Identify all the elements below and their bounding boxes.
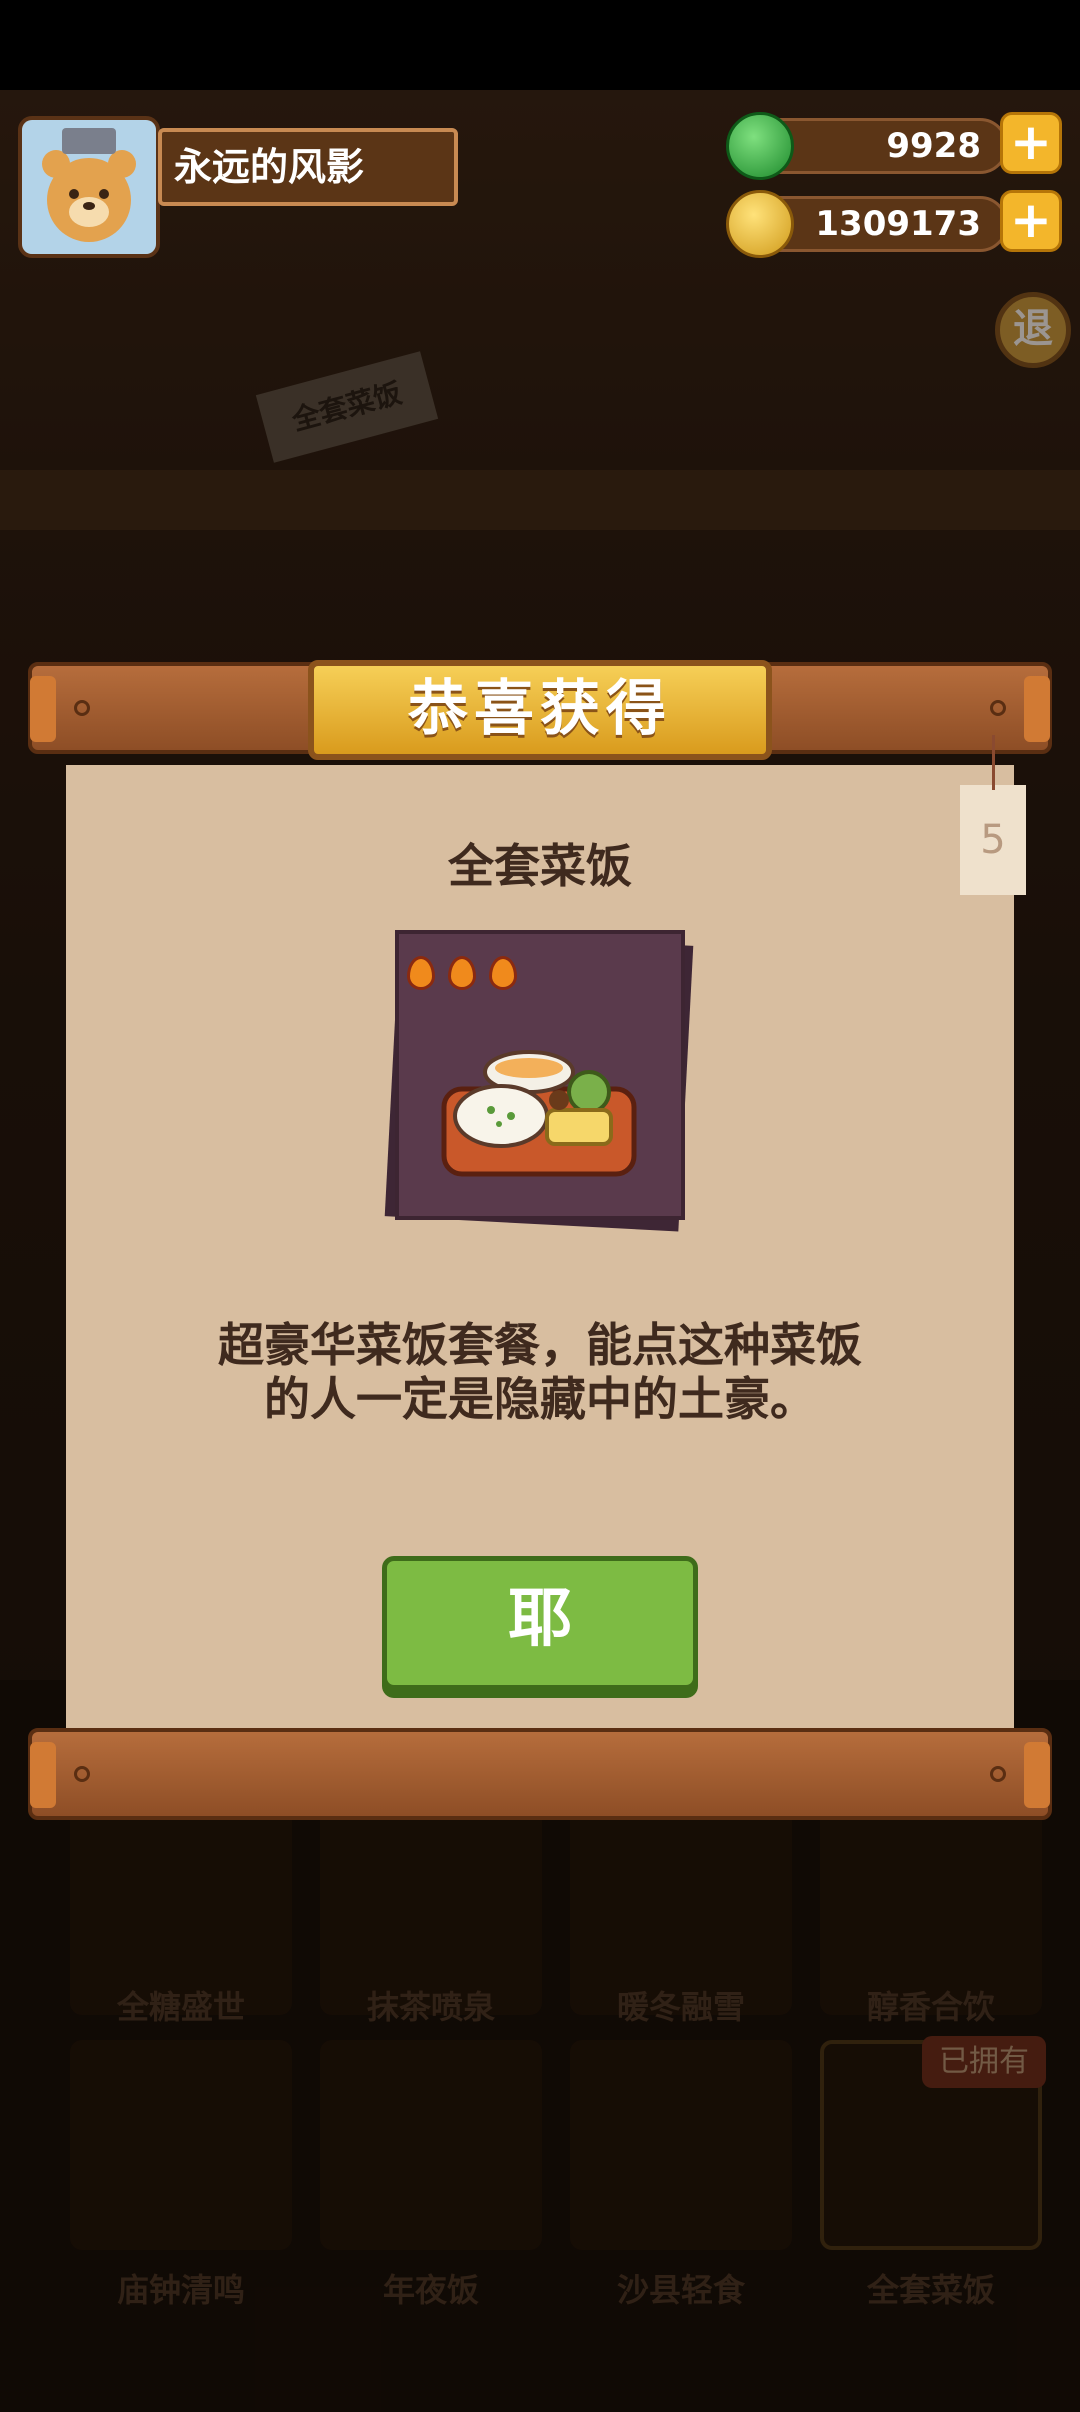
exit-button[interactable]: 退: [995, 292, 1071, 368]
add-jade-button[interactable]: +: [1000, 112, 1062, 174]
scroll-bottom-roller: [28, 1728, 1052, 1820]
jade-icon: [726, 112, 794, 180]
player-avatar[interactable]: [18, 116, 160, 258]
flame-icon: [489, 956, 518, 990]
tag-string: [992, 735, 995, 790]
reward-item-name: 全套菜饭: [448, 839, 632, 893]
player-name: 永远的风影: [158, 128, 458, 206]
add-coins-button[interactable]: +: [1000, 190, 1062, 252]
flame-icon: [448, 956, 477, 990]
reward-description: 超豪华菜饭套餐，能点这种菜饭 的人一定是隐藏中的土豪。: [66, 1318, 1014, 1426]
flame-icon: [407, 956, 435, 990]
heat-rating: [407, 956, 518, 994]
popup-title: 恭喜获得: [308, 660, 772, 760]
bear-avatar-icon: [22, 120, 156, 254]
confirm-button[interactable]: 耶: [382, 1556, 698, 1690]
coin-icon: [726, 190, 794, 258]
rice-set-meal-icon: [441, 1050, 637, 1177]
description-line: 的人一定是隐藏中的土豪。: [264, 1372, 816, 1426]
description-line: 超豪华菜饭套餐，能点这种菜饭: [218, 1318, 862, 1372]
reward-card: [395, 930, 685, 1220]
